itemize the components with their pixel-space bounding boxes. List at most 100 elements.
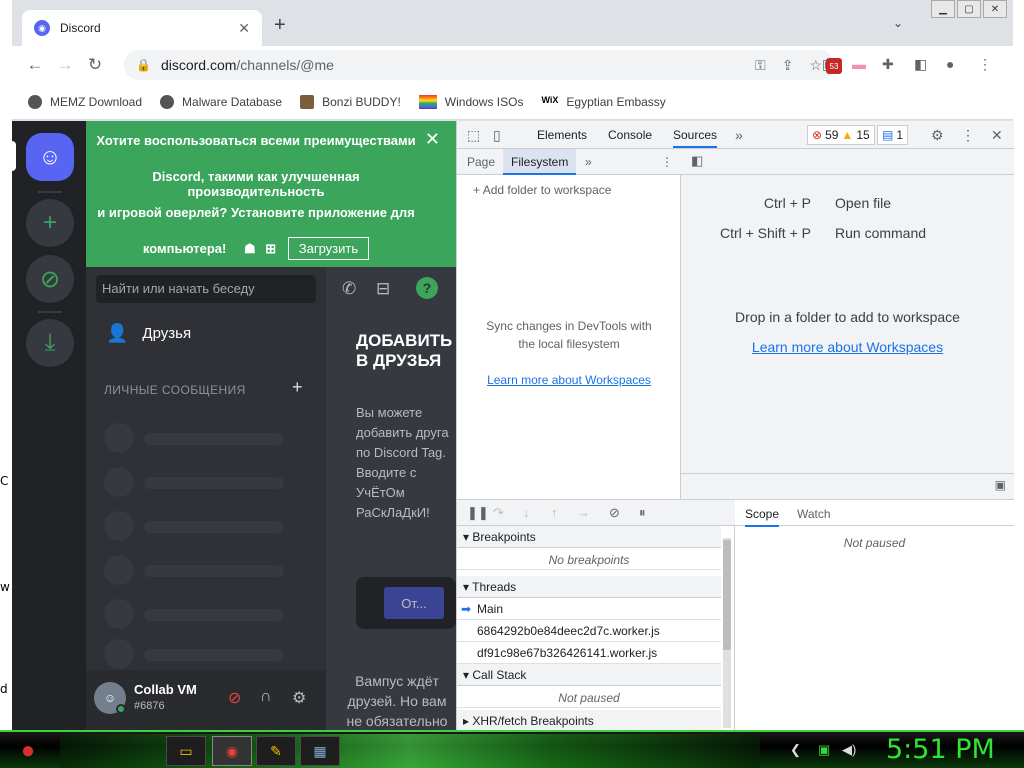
wumpus-empty-text: Вампус ждёт друзей. Но вам не обязательн… — [346, 673, 448, 729]
device-toolbar-icon[interactable]: ▯ — [493, 127, 501, 144]
add-friend-input[interactable]: От... — [356, 577, 456, 629]
mute-mic-icon[interactable]: ⊘ — [228, 688, 241, 708]
tab-search-icon[interactable]: ⌄ — [893, 16, 903, 30]
forward-icon[interactable]: → — [50, 55, 80, 75]
back-icon[interactable]: ← — [20, 55, 50, 75]
workspaces-link[interactable]: Learn more about Workspaces — [477, 373, 661, 387]
bookmark-star-icon[interactable]: ☆ — [809, 57, 822, 74]
issues-badge[interactable]: ⊗ 59 ▲ 15 — [807, 125, 875, 145]
network-icon[interactable]: ▣ — [818, 742, 830, 758]
more-nav-tabs-icon[interactable]: » — [585, 155, 592, 169]
message-icon: ▤ — [882, 128, 894, 142]
pause-icon[interactable]: ❚❚ — [467, 505, 489, 521]
minimize-icon[interactable]: ▁ — [931, 0, 955, 18]
messages-badge[interactable]: ▤ 1 — [877, 125, 909, 145]
thread-item[interactable]: 6864292b0e84deec2d7c.worker.js — [457, 620, 721, 642]
toggle-debugger-icon[interactable]: ▣ — [995, 478, 1006, 492]
tab-discord[interactable]: ◉ Discord ✕ — [22, 10, 262, 46]
friends-nav-item[interactable]: 👤 Друзья — [106, 323, 191, 344]
workspaces-link[interactable]: Learn more about Workspaces — [681, 339, 1014, 355]
bookmark-item[interactable]: Malware Database — [160, 94, 282, 109]
side-panel-icon[interactable]: ◧ — [914, 56, 927, 73]
help-icon[interactable]: ? — [416, 277, 438, 299]
tab-console[interactable]: Console — [608, 128, 652, 142]
thread-label: Main — [477, 602, 504, 616]
taskbar-glow — [60, 734, 760, 768]
bookmark-item[interactable]: MEMZ Download — [28, 94, 142, 109]
tab-page[interactable]: Page — [467, 155, 495, 169]
step-icon[interactable]: → — [577, 505, 590, 520]
shortcut-key: Ctrl + Shift + P — [719, 225, 811, 241]
tab-elements[interactable]: Elements — [537, 128, 587, 142]
more-tabs-icon[interactable]: » — [735, 127, 743, 143]
download-button[interactable]: Загрузить — [287, 237, 370, 260]
close-window-icon[interactable]: ✕ — [983, 0, 1007, 18]
call-stack-header[interactable]: ▾ Call Stack — [457, 664, 721, 686]
discord-home-icon[interactable]: ☺ — [26, 133, 74, 181]
create-dm-icon[interactable]: + — [292, 377, 303, 398]
paint-icon[interactable]: ✎ — [256, 736, 296, 766]
step-out-icon[interactable]: ↑ — [551, 505, 558, 520]
lock-icon[interactable]: 🔒 — [136, 58, 151, 72]
threads-header[interactable]: ▾ Threads — [457, 576, 721, 598]
breakpoints-header[interactable]: ▾ Breakpoints — [457, 526, 721, 548]
windows-icon: ⊞ — [265, 241, 277, 256]
bookmark-item[interactable]: WiX Egyptian Embassy — [541, 95, 665, 109]
not-paused-text: Not paused — [457, 686, 721, 708]
tray-icon[interactable]: ❮ — [790, 742, 801, 758]
flag-extension-icon[interactable]: ▬ — [852, 56, 866, 72]
new-group-dm-icon[interactable]: ✆ — [342, 279, 356, 299]
headphones-icon[interactable]: ∩ — [260, 688, 272, 706]
inbox-icon[interactable]: ⊟ — [376, 279, 390, 299]
thread-item[interactable]: df91c98e67b326426141.worker.js — [457, 642, 721, 664]
step-into-icon[interactable]: ↓ — [523, 505, 530, 520]
add-server-icon[interactable]: + — [26, 199, 74, 247]
dm-sidebar: Найти или начать беседу 👤 Друзья ЛИЧНЫЕ … — [86, 267, 326, 730]
server-separator — [38, 311, 62, 313]
explore-compass-icon[interactable]: ⊘ — [26, 255, 74, 303]
share-icon[interactable]: ⇪ — [782, 57, 794, 74]
settings-gear-icon[interactable]: ⚙ — [292, 688, 306, 708]
navigator-menu-icon[interactable]: ⋮ — [661, 155, 673, 169]
browser-toolbar: ← → ↻ 🔒 discord.com/channels/@me ⚿ ⇪ ☆ ▣… — [12, 46, 1013, 84]
app-icon[interactable]: ▦ — [300, 736, 340, 766]
download-apps-icon[interactable]: ⤓ — [26, 319, 74, 367]
devtools-settings-icon[interactable]: ⚙ — [931, 127, 944, 144]
start-button-angry-bird-icon[interactable]: ● — [8, 732, 48, 768]
address-bar[interactable]: 🔒 discord.com/channels/@me ⚿ ⇪ ☆ — [124, 50, 834, 80]
deactivate-breakpoints-icon[interactable]: ⊘ — [609, 505, 620, 521]
send-request-button[interactable]: От... — [384, 587, 444, 619]
reload-icon[interactable]: ↻ — [80, 55, 110, 75]
inspect-element-icon[interactable]: ⬚ — [467, 127, 480, 144]
devtools-close-icon[interactable]: ✕ — [991, 127, 1003, 144]
bookmark-item[interactable]: Windows ISOs — [418, 94, 523, 109]
profile-avatar-icon[interactable]: ● — [946, 56, 954, 72]
file-explorer-icon[interactable]: ▭ — [166, 736, 206, 766]
step-over-icon[interactable]: ↷ — [493, 505, 504, 521]
desktop-edge-letter: d — [0, 682, 8, 696]
devtools-menu-icon[interactable]: ⋮ — [961, 127, 975, 144]
add-folder-button[interactable]: + Add folder to workspace — [473, 183, 611, 197]
xhr-breakpoints-header[interactable]: ▸ XHR/fetch Breakpoints — [457, 710, 721, 731]
bookmark-item[interactable]: Bonzi BUDDY! — [300, 94, 401, 109]
puzzle-icon[interactable]: ✚ — [882, 56, 894, 73]
search-input[interactable]: Найти или начать беседу — [96, 275, 316, 303]
menu-icon[interactable]: ⋮ — [978, 56, 992, 73]
clock[interactable]: 5:51 PM — [886, 734, 995, 765]
user-panel: ☺ Collab VM #6876 ⊘ ∩ ⚙ — [86, 670, 326, 730]
toggle-navigator-icon[interactable]: ◧ — [691, 153, 703, 169]
tab-sources[interactable]: Sources — [673, 128, 718, 148]
key-icon[interactable]: ⚿ — [755, 57, 766, 74]
chrome-icon[interactable]: ◉ — [212, 736, 252, 766]
banner-close-icon[interactable]: ✕ — [425, 129, 440, 150]
thread-item[interactable]: ➡ Main — [457, 598, 721, 620]
pause-on-exceptions-icon[interactable]: ⏸ — [639, 505, 646, 521]
tab-scope[interactable]: Scope — [745, 507, 780, 527]
new-tab-icon[interactable]: + — [274, 14, 286, 37]
maximize-icon[interactable]: ▢ — [957, 0, 981, 18]
tab-close-icon[interactable]: ✕ — [238, 20, 250, 37]
tab-watch[interactable]: Watch — [797, 507, 831, 521]
scrollbar-thumb[interactable] — [723, 540, 731, 650]
tab-filesystem[interactable]: Filesystem — [503, 149, 577, 175]
volume-icon[interactable]: ◀) — [842, 742, 856, 758]
